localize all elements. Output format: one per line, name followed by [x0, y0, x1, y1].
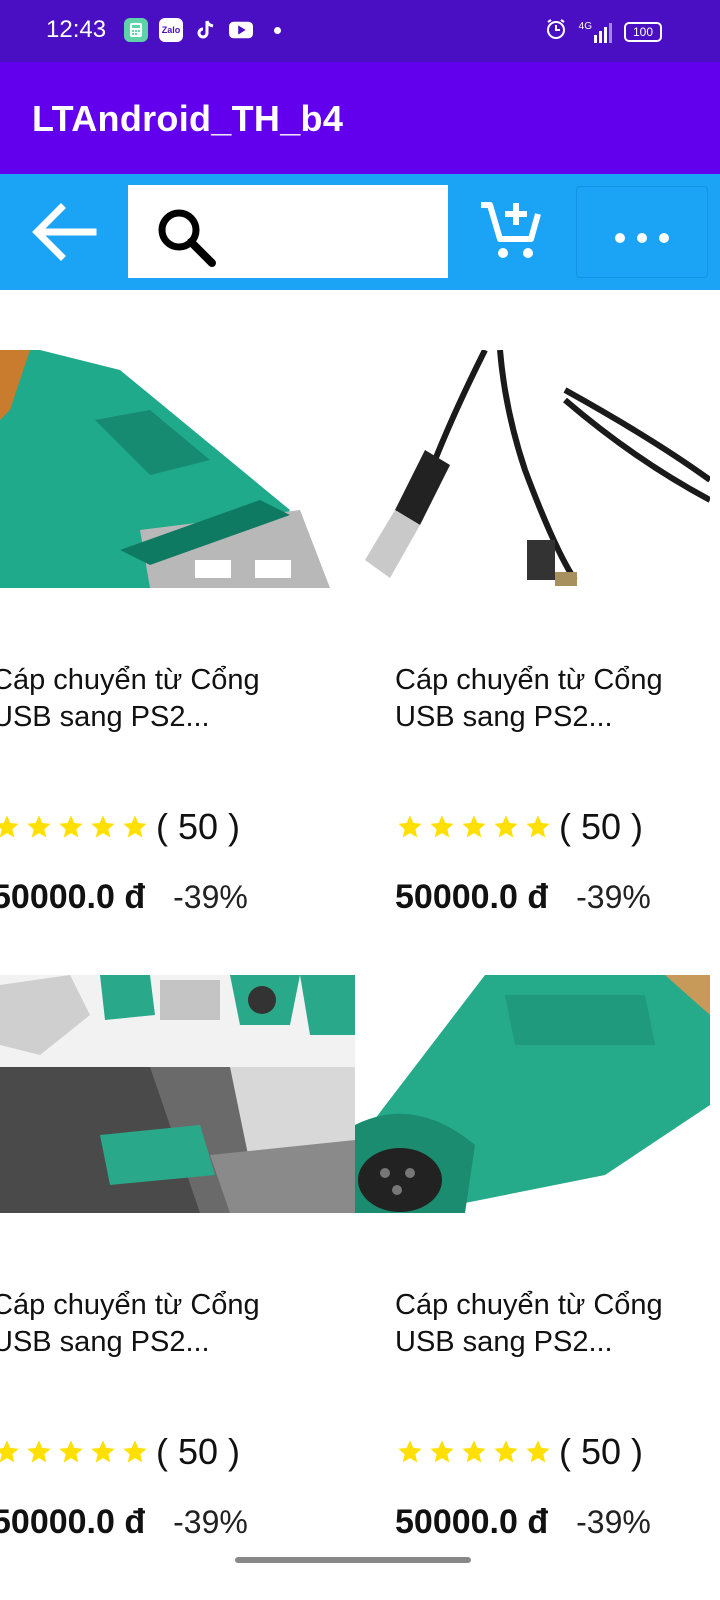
rating-stars	[395, 813, 553, 841]
app-bar: LTAndroid_TH_b4	[0, 62, 720, 174]
product-price: 50000.0 đ	[0, 1503, 146, 1541]
star-icon	[123, 1440, 147, 1463]
back-button[interactable]	[26, 196, 102, 268]
star-icon	[59, 1440, 83, 1463]
product-price: 50000.0 đ	[395, 878, 549, 916]
product-name: Cáp chuyển từ Cổng USB sang PS2...	[0, 1289, 260, 1358]
status-time: 12:43	[46, 16, 107, 43]
search-box[interactable]	[128, 185, 448, 278]
app-title: LTAndroid_TH_b4	[32, 98, 344, 139]
star-icon	[0, 815, 19, 838]
calculator-app-icon	[124, 18, 148, 42]
product-discount: -39%	[173, 879, 248, 915]
notification-icons: Zalo	[124, 18, 281, 42]
zalo-app-icon: Zalo	[159, 18, 183, 42]
rating-row: ( 50 )	[0, 806, 240, 848]
youtube-app-icon	[229, 18, 253, 42]
star-icon	[494, 815, 518, 838]
product-name: Cáp chuyển từ Cổng USB sang PS2...	[395, 1289, 663, 1358]
arrow-left-icon	[32, 203, 97, 261]
more-dot	[615, 233, 625, 243]
more-dot	[659, 233, 669, 243]
product-discount: -39%	[576, 879, 651, 915]
star-icon	[398, 1440, 422, 1463]
star-icon	[494, 1440, 518, 1463]
battery-icon: 100	[624, 21, 662, 42]
product-image	[0, 350, 355, 588]
add-shopping-cart-icon	[481, 202, 541, 258]
product-name: Cáp chuyển từ Cổng USB sang PS2...	[0, 664, 260, 733]
product-name: Cáp chuyển từ Cổng USB sang PS2...	[395, 664, 663, 733]
star-icon	[0, 1440, 19, 1463]
price-row: 50000.0 đ -39%	[0, 878, 248, 917]
more-dot	[637, 233, 647, 243]
product-card[interactable]: Cáp chuyển từ Cổng USB sang PS2... ( 50 …	[0, 915, 355, 1542]
search-toolbar	[0, 174, 720, 290]
more-options-button[interactable]	[576, 186, 708, 278]
product-discount: -39%	[173, 1504, 248, 1540]
star-icon	[430, 815, 454, 838]
system-icons: 4G 100	[545, 18, 662, 45]
star-icon	[430, 1440, 454, 1463]
product-card[interactable]: Cáp chuyển từ Cổng USB sang PS2... ( 50 …	[355, 915, 710, 1542]
product-price: 50000.0 đ	[395, 1503, 549, 1541]
product-discount: -39%	[576, 1504, 651, 1540]
star-icon	[462, 815, 486, 838]
price-row: 50000.0 đ -39%	[395, 1503, 651, 1542]
tiktok-app-icon	[194, 18, 218, 42]
rating-stars	[395, 1438, 553, 1466]
star-icon	[123, 815, 147, 838]
status-bar: 12:43 Zalo 4G 100	[0, 0, 720, 62]
alarm-icon	[545, 18, 567, 45]
rating-row: ( 50 )	[395, 1431, 643, 1473]
star-icon	[59, 815, 83, 838]
rating-count: ( 50 )	[559, 806, 644, 847]
price-row: 50000.0 đ -39%	[0, 1503, 248, 1542]
product-price: 50000.0 đ	[0, 878, 146, 916]
search-icon	[158, 209, 216, 267]
star-icon	[526, 815, 550, 838]
product-image	[355, 975, 710, 1213]
star-icon	[27, 1440, 51, 1463]
rating-row: ( 50 )	[395, 806, 643, 848]
price-row: 50000.0 đ -39%	[395, 878, 651, 917]
star-icon	[91, 815, 115, 838]
rating-row: ( 50 )	[0, 1431, 240, 1473]
product-image	[355, 350, 710, 588]
product-card[interactable]: Cáp chuyển từ Cổng USB sang PS2... ( 50 …	[0, 290, 355, 917]
signal-icon: 4G	[579, 21, 612, 43]
add-to-cart-button[interactable]	[474, 194, 546, 266]
rating-stars	[0, 1438, 150, 1466]
star-icon	[526, 1440, 550, 1463]
star-icon	[91, 1440, 115, 1463]
product-card[interactable]: Cáp chuyển từ Cổng USB sang PS2... ( 50 …	[355, 290, 710, 917]
star-icon	[398, 815, 422, 838]
rating-stars	[0, 813, 150, 841]
more-notifications-dot	[274, 26, 281, 34]
rating-count: ( 50 )	[156, 1431, 241, 1472]
star-icon	[462, 1440, 486, 1463]
rating-count: ( 50 )	[559, 1431, 644, 1472]
star-icon	[27, 815, 51, 838]
home-indicator[interactable]	[235, 1557, 471, 1563]
product-image	[0, 975, 355, 1213]
rating-count: ( 50 )	[156, 806, 241, 847]
search-input[interactable]	[224, 205, 434, 257]
